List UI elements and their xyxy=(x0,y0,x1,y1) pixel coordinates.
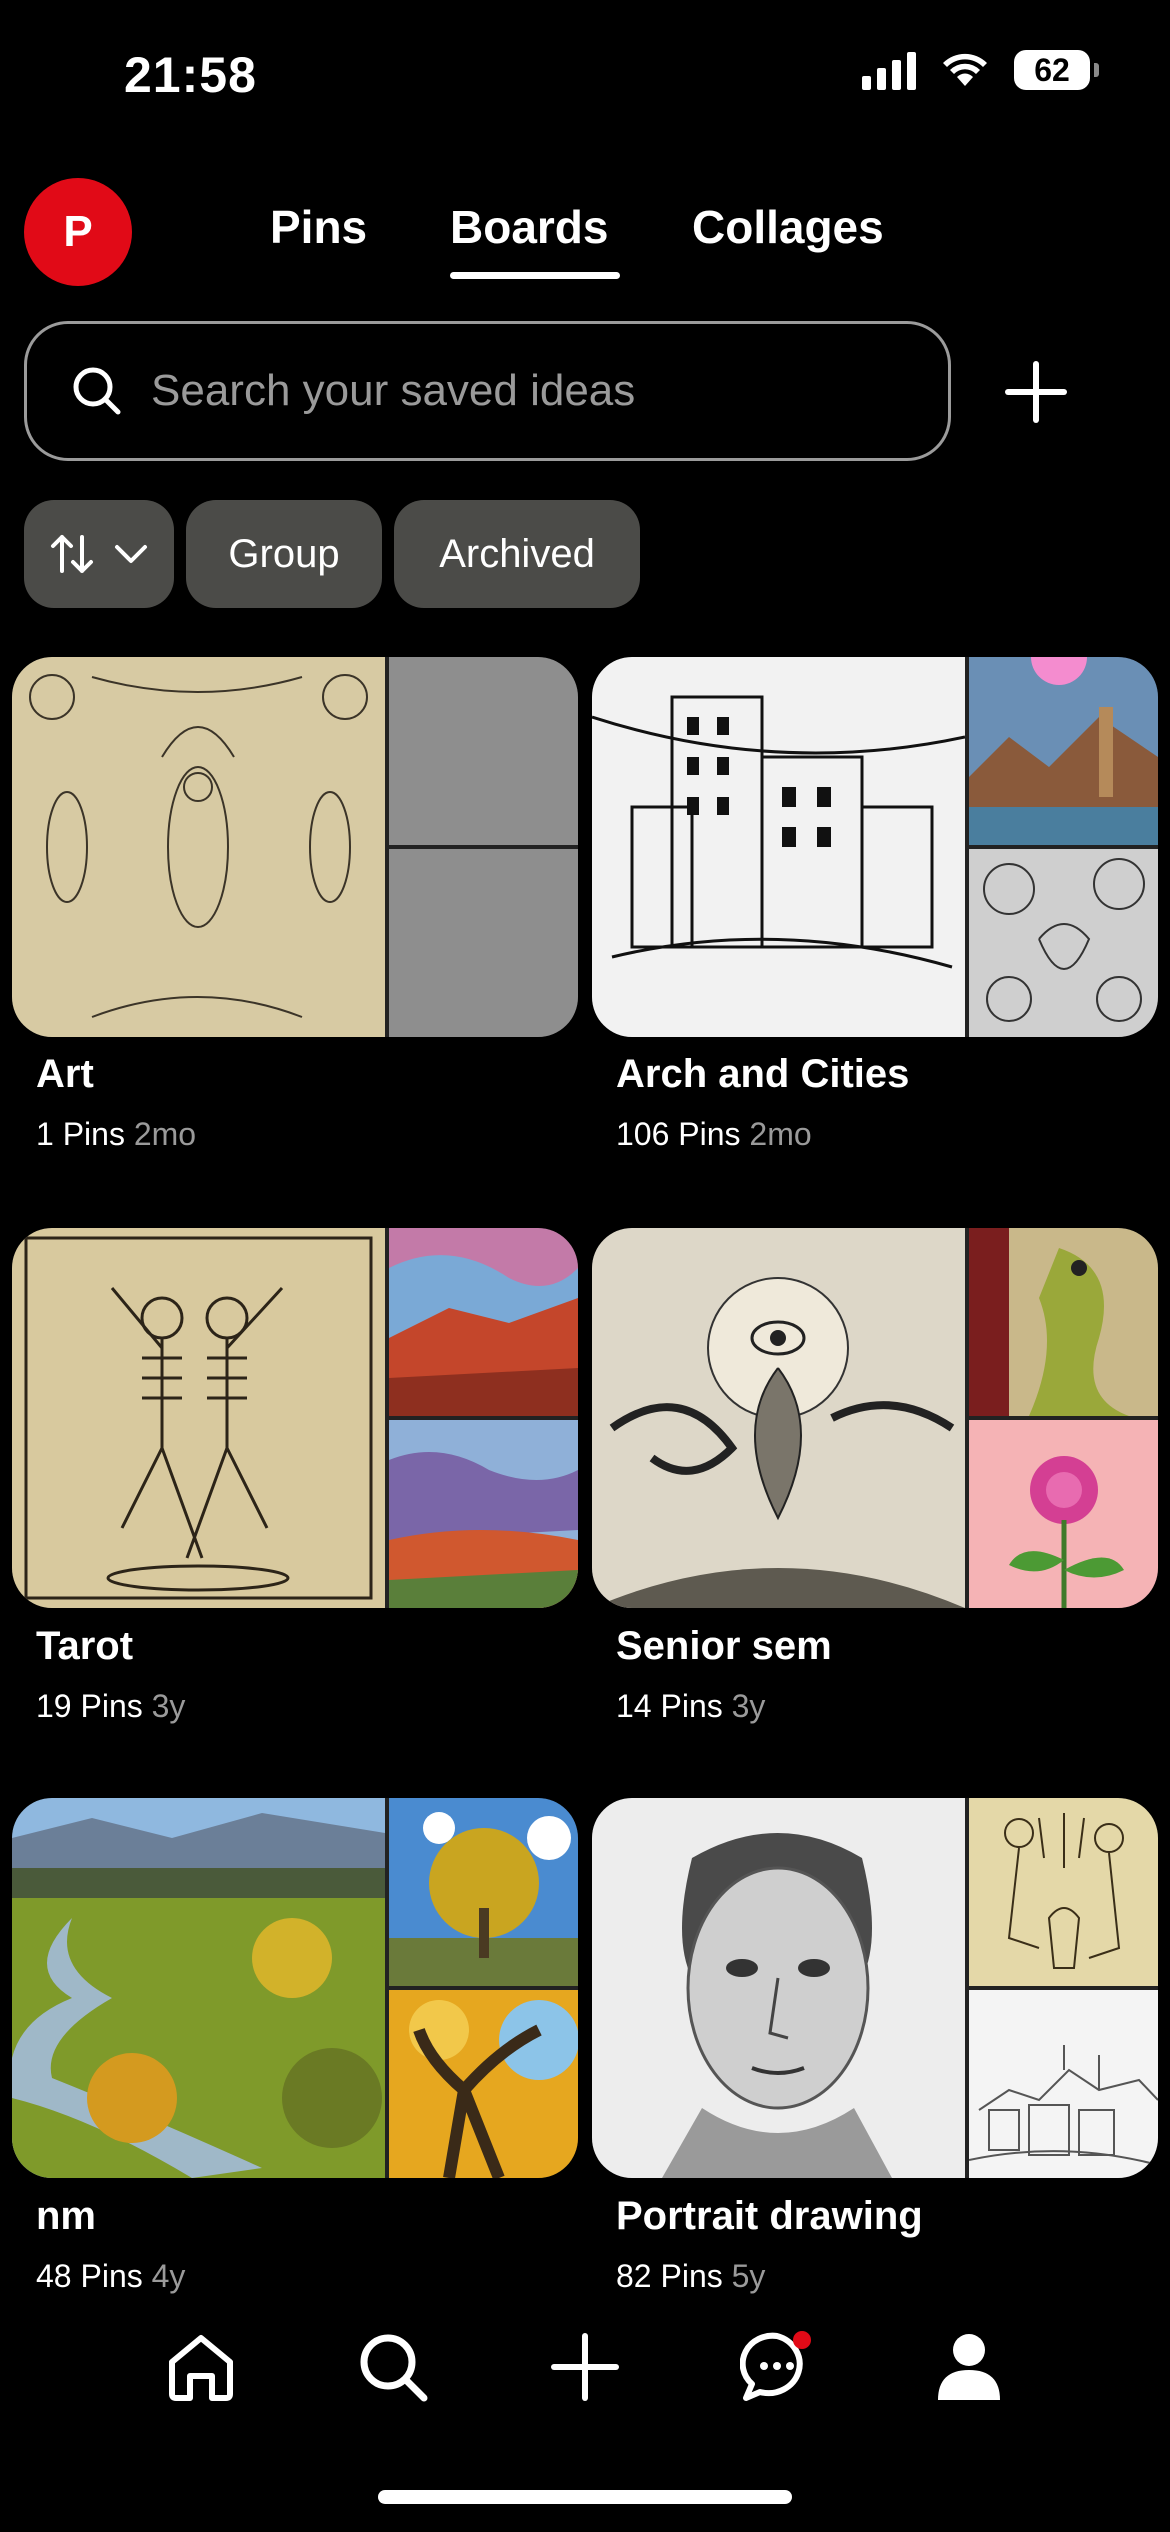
add-board-button[interactable] xyxy=(996,352,1076,432)
board-title[interactable]: Art xyxy=(36,1052,94,1097)
board-cover-image xyxy=(389,1420,578,1608)
search-input[interactable] xyxy=(149,365,913,417)
board-cover-arch-and-cities[interactable] xyxy=(592,657,1158,1037)
board-pin-count: 1 Pins xyxy=(36,1116,125,1152)
board-cover-image xyxy=(592,657,965,1037)
board-meta: 1 Pins 2mo xyxy=(36,1116,196,1153)
board-pin-count: 19 Pins xyxy=(36,1688,143,1724)
archived-filter-chip[interactable]: Archived xyxy=(394,500,640,608)
board-age: 2mo xyxy=(133,1116,197,1152)
status-time: 21:58 xyxy=(124,47,257,103)
board-cover-image xyxy=(969,1420,1158,1608)
search-icon[interactable] xyxy=(356,2330,430,2404)
board-cover-image xyxy=(389,1990,578,2178)
board-cover-image xyxy=(969,1990,1158,2178)
status-icons: 62 xyxy=(862,50,1099,90)
board-cover-nm[interactable] xyxy=(12,1798,578,2178)
board-title[interactable]: Tarot xyxy=(36,1624,133,1669)
board-cover-image xyxy=(389,1798,578,1986)
board-cover-image xyxy=(389,1228,578,1416)
board-pin-count: 14 Pins xyxy=(616,1688,723,1724)
active-tab-indicator xyxy=(450,272,620,279)
signal-icon xyxy=(862,50,916,90)
board-cover-image xyxy=(12,1228,385,1608)
board-meta: 14 Pins 3y xyxy=(616,1688,765,1725)
profile-icon[interactable] xyxy=(932,2330,1006,2404)
board-cover-image xyxy=(969,657,1158,845)
tab-collages[interactable]: Collages xyxy=(692,200,884,254)
messages-icon[interactable] xyxy=(740,2330,814,2404)
board-age: 2mo xyxy=(749,1116,812,1152)
board-title[interactable]: Arch and Cities xyxy=(616,1052,909,1097)
sort-button[interactable] xyxy=(24,500,174,608)
board-age: 4y xyxy=(151,2258,186,2294)
board-title[interactable]: Senior sem xyxy=(616,1624,832,1669)
board-cover-image xyxy=(592,1798,965,2178)
board-cover-image xyxy=(12,1798,385,2178)
board-meta: 48 Pins 4y xyxy=(36,2258,185,2295)
battery-icon: 62 xyxy=(1014,50,1099,90)
chevron-down-icon xyxy=(115,545,147,563)
board-cover-tarot[interactable] xyxy=(12,1228,578,1608)
board-cover-art[interactable] xyxy=(12,657,578,1037)
wifi-icon xyxy=(943,53,987,86)
home-indicator xyxy=(378,2490,792,2504)
board-meta: 82 Pins 5y xyxy=(616,2258,765,2295)
board-pin-count: 106 Pins xyxy=(616,1116,741,1152)
tab-boards[interactable]: Boards xyxy=(450,200,608,254)
group-filter-chip[interactable]: Group xyxy=(186,500,382,608)
sort-icon xyxy=(51,535,93,573)
board-age: 5y xyxy=(731,2258,766,2294)
board-title[interactable]: Portrait drawing xyxy=(616,2194,923,2239)
board-cover-image xyxy=(12,657,385,1037)
search-bar[interactable] xyxy=(24,321,951,461)
board-title[interactable]: nm xyxy=(36,2194,96,2239)
board-pin-count: 82 Pins xyxy=(616,2258,723,2294)
search-icon xyxy=(73,367,121,415)
board-cover-image xyxy=(969,1798,1158,1986)
tab-bar: Pins Boards Collages xyxy=(0,200,1170,280)
board-cover-image xyxy=(969,1228,1158,1416)
board-meta: 106 Pins 2mo xyxy=(616,1116,812,1153)
board-cover-placeholder xyxy=(389,849,578,1037)
board-pin-count: 48 Pins xyxy=(36,2258,143,2294)
plus-icon[interactable] xyxy=(548,2330,622,2404)
board-age: 3y xyxy=(731,1688,766,1724)
board-cover-image xyxy=(969,849,1158,1037)
board-cover-image xyxy=(592,1228,965,1608)
board-meta: 19 Pins 3y xyxy=(36,1688,185,1725)
tab-pins[interactable]: Pins xyxy=(270,200,367,254)
board-cover-portrait-drawing[interactable] xyxy=(592,1798,1158,2178)
board-age: 3y xyxy=(151,1688,186,1724)
board-cover-senior-sem[interactable] xyxy=(592,1228,1158,1608)
board-cover-placeholder xyxy=(389,657,578,845)
home-icon[interactable] xyxy=(164,2330,238,2404)
